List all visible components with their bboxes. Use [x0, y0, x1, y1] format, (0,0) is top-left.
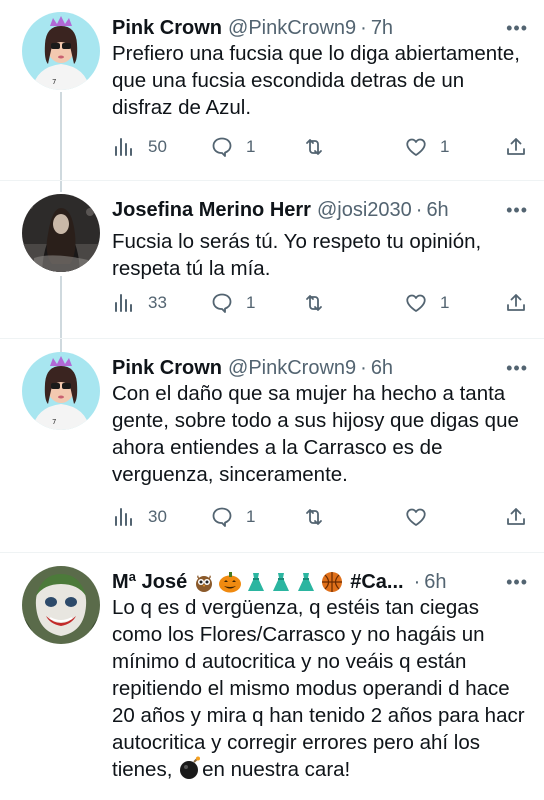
avatar-pink-crown-image: 7 [22, 352, 100, 430]
tweet[interactable]: Josefina Merino Herr @josi2030 · 6h ••• … [0, 194, 544, 324]
tweet-actions: 50 1 1 [112, 132, 530, 162]
tweet-text: Con el daño que sa mujer ha hecho a tant… [112, 382, 519, 486]
like-count: 1 [440, 137, 450, 156]
views-button[interactable]: 30 [112, 502, 167, 532]
views-button[interactable]: 33 [112, 288, 167, 318]
like-button[interactable] [404, 502, 440, 532]
reply-button[interactable]: 1 [210, 502, 255, 532]
avatar-pink-crown-image: 7 [22, 12, 100, 90]
share-button[interactable] [504, 132, 528, 162]
timestamp[interactable]: 7h [371, 17, 393, 40]
heart-icon [406, 138, 426, 156]
views-icon [115, 294, 132, 312]
display-name[interactable]: Mª José [112, 571, 187, 594]
owl-emoji-icon [196, 575, 213, 592]
dress-emoji-icon [273, 573, 290, 591]
like-count: 1 [440, 293, 450, 312]
views-button[interactable]: 50 [112, 132, 167, 162]
more-options-icon[interactable]: ••• [506, 194, 528, 226]
views-count: 30 [148, 507, 167, 526]
views-count: 50 [148, 137, 167, 156]
timestamp[interactable]: 6h [424, 571, 446, 594]
views-icon [115, 508, 132, 526]
tweet[interactable]: 7 Pink Crown @PinkCrown9 · 6h ••• Con el… [0, 352, 544, 542]
tweet-text: Prefiero una fucsia que lo diga abiertam… [112, 42, 520, 119]
tweet-actions: 30 1 [112, 502, 530, 532]
views-icon [115, 138, 132, 156]
avatar-josefina-image [22, 194, 100, 272]
like-button[interactable]: 1 [404, 288, 449, 318]
dress-emoji-icon [298, 573, 315, 591]
share-icon [507, 508, 525, 525]
user-handle[interactable]: @josi2030 [317, 199, 412, 222]
reply-icon [212, 507, 232, 527]
reply-count: 1 [246, 293, 256, 312]
svg-text:7: 7 [52, 418, 56, 426]
user-handle[interactable]: @PinkCrown9 [228, 17, 356, 40]
display-name[interactable]: Josefina Merino Herr [112, 199, 311, 222]
retweet-icon [306, 295, 322, 311]
display-name[interactable]: Pink Crown [112, 357, 222, 380]
tweet[interactable]: 7 Pink Crown @PinkCrown9 · 7h ••• Prefie… [0, 12, 544, 162]
avatar[interactable] [22, 566, 100, 644]
reply-icon [212, 137, 232, 157]
basketball-emoji-icon [322, 572, 343, 592]
retweet-icon [306, 509, 322, 525]
reply-button[interactable]: 1 [210, 132, 255, 162]
divider [0, 552, 544, 553]
retweet-button[interactable] [302, 132, 338, 162]
pumpkin-emoji-icon [219, 572, 242, 593]
share-icon [507, 138, 525, 155]
tweet[interactable]: Mª José #Ca... · 6h ••• Lo q es d vergüe… [0, 566, 544, 800]
reply-button[interactable]: 1 [210, 288, 255, 318]
dress-emoji-icon [248, 573, 265, 591]
timestamp[interactable]: 6h [371, 357, 393, 380]
views-count: 33 [148, 293, 167, 312]
bomb-emoji-icon [180, 756, 201, 779]
reply-count: 1 [246, 507, 256, 526]
tweet-header: Josefina Merino Herr @josi2030 · 6h ••• [112, 194, 528, 226]
retweet-button[interactable] [302, 502, 338, 532]
reply-count: 1 [246, 137, 256, 156]
user-handle[interactable]: @PinkCrown9 [228, 357, 356, 380]
avatar[interactable]: 7 [22, 352, 100, 430]
divider [0, 180, 544, 181]
retweet-button[interactable] [302, 288, 338, 318]
divider [0, 338, 544, 339]
separator-dot: · [360, 16, 367, 39]
tweet-text-body: Lo q es d vergüenza, q estéis tan ciegas… [112, 596, 525, 781]
display-name[interactable]: Pink Crown [112, 17, 222, 40]
separator-dot: · [413, 570, 421, 593]
avatar-joker-image [22, 566, 100, 644]
share-button[interactable] [504, 288, 528, 318]
name-emojis [193, 571, 344, 593]
svg-text:7: 7 [52, 78, 56, 86]
separator-dot: · [415, 198, 423, 221]
like-button[interactable]: 1 [404, 132, 449, 162]
share-button[interactable] [504, 502, 528, 532]
display-name-suffix[interactable]: #Ca... [350, 571, 403, 594]
tweet-text: Lo q es d vergüenza, q estéis tan ciegas… [112, 594, 530, 783]
tweet-text-end: en nuestra cara! [202, 758, 351, 781]
heart-icon [406, 294, 426, 312]
retweet-icon [306, 139, 322, 155]
heart-icon [406, 508, 426, 526]
share-icon [507, 294, 525, 311]
separator-dot: · [360, 356, 367, 379]
avatar[interactable] [22, 194, 100, 272]
tweet-text: Fucsia lo serás tú. Yo respeto tu opinió… [112, 230, 482, 280]
tweet-actions: 33 1 1 [112, 288, 530, 318]
avatar[interactable]: 7 [22, 12, 100, 90]
timestamp[interactable]: 6h [426, 199, 448, 222]
reply-icon [212, 293, 232, 313]
